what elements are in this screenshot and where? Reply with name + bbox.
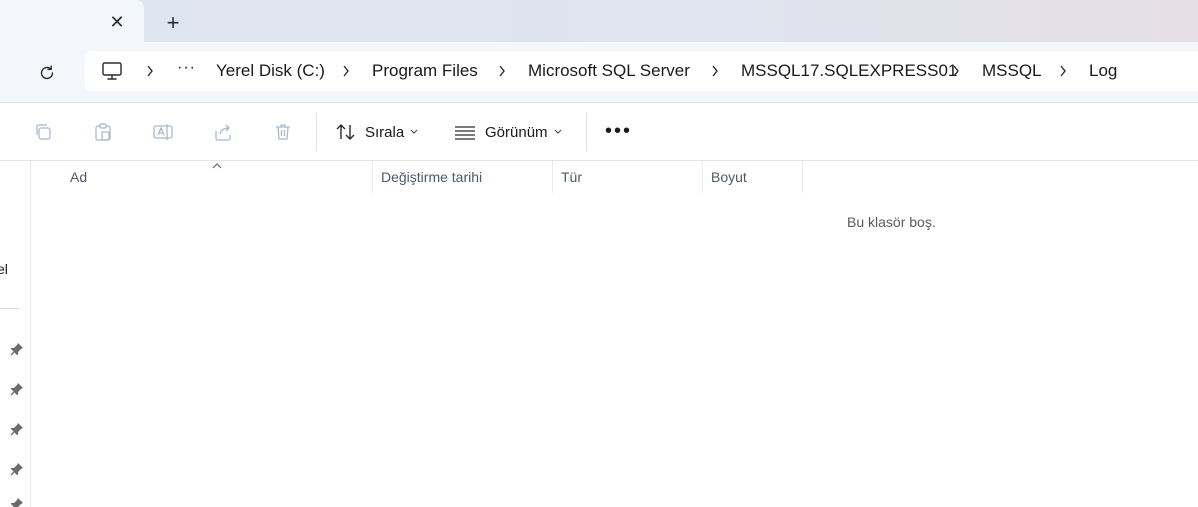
toolbar-divider (586, 113, 587, 151)
command-bar: Sırala Görünüm ••• (0, 103, 1198, 161)
copy-icon[interactable] (31, 120, 55, 144)
view-lines-icon (455, 126, 475, 140)
view-button[interactable]: Görünüm (454, 117, 562, 147)
sort-label: Sırala (365, 123, 405, 141)
paste-icon[interactable] (91, 120, 115, 144)
pin-icon[interactable] (10, 497, 24, 507)
tab-bar: ✕ + (0, 0, 1198, 44)
empty-folder-message: Bu klasör boş. (847, 214, 936, 230)
active-tab[interactable]: ✕ (0, 0, 144, 42)
more-breadcrumbs-button[interactable]: ··· (177, 59, 196, 77)
rename-icon[interactable] (151, 120, 175, 144)
chevron-right-icon[interactable] (1058, 63, 1068, 79)
chevron-right-icon[interactable] (710, 63, 720, 79)
chevron-right-icon[interactable] (145, 63, 155, 79)
this-pc-icon[interactable] (101, 61, 123, 81)
column-header-type[interactable]: Tür (553, 161, 703, 193)
column-header-size[interactable]: Boyut (703, 161, 803, 193)
pin-icon[interactable] (10, 422, 24, 436)
more-options-button[interactable]: ••• (605, 121, 632, 141)
new-tab-button[interactable]: + (160, 10, 186, 35)
nav-divider (0, 308, 20, 309)
column-header-modified-label: Değiştirme tarihi (381, 169, 483, 185)
chevron-down-icon (554, 127, 562, 138)
chevron-down-icon (410, 127, 418, 138)
column-header-size-label: Boyut (711, 169, 747, 185)
toolbar-divider (316, 113, 317, 151)
close-icon: ✕ (109, 11, 125, 32)
sort-icon (336, 124, 355, 140)
refresh-icon (40, 65, 54, 80)
breadcrumb-mssql[interactable]: MSSQL (982, 61, 1042, 81)
column-header-modified[interactable]: Değiştirme tarihi (373, 161, 553, 193)
chevron-right-icon[interactable] (497, 63, 507, 79)
pin-icon[interactable] (10, 382, 24, 396)
view-label: Görünüm (485, 123, 548, 141)
navigation-pane: el (0, 161, 31, 507)
close-tab-button[interactable]: ✕ (106, 11, 128, 33)
delete-icon[interactable] (271, 120, 295, 144)
share-icon[interactable] (211, 120, 235, 144)
nav-item-label[interactable]: el (0, 261, 8, 277)
refresh-button[interactable] (34, 60, 60, 86)
breadcrumb-mssql17[interactable]: MSSQL17.SQLEXPRESS01 (741, 61, 957, 81)
column-header-type-label: Tür (561, 169, 582, 185)
column-header-name[interactable]: Ad (62, 161, 373, 193)
breadcrumb-log[interactable]: Log (1089, 61, 1117, 81)
breadcrumb-microsoft-sql-server[interactable]: Microsoft SQL Server (528, 61, 690, 81)
chevron-right-icon[interactable] (341, 63, 351, 79)
plus-icon: + (166, 10, 180, 35)
breadcrumb-program-files[interactable]: Program Files (372, 61, 478, 81)
address-row: ··· Yerel Disk (C:) Program Files Micros… (0, 42, 1198, 103)
pin-icon[interactable] (10, 342, 24, 356)
address-bar[interactable]: ··· Yerel Disk (C:) Program Files Micros… (85, 51, 1198, 91)
column-header-name-label: Ad (70, 169, 88, 185)
breadcrumb-yerel-disk[interactable]: Yerel Disk (C:) (216, 61, 325, 81)
pin-icon[interactable] (10, 462, 24, 476)
sort-button[interactable]: Sırala (335, 117, 418, 147)
chevron-right-icon[interactable] (951, 63, 961, 79)
